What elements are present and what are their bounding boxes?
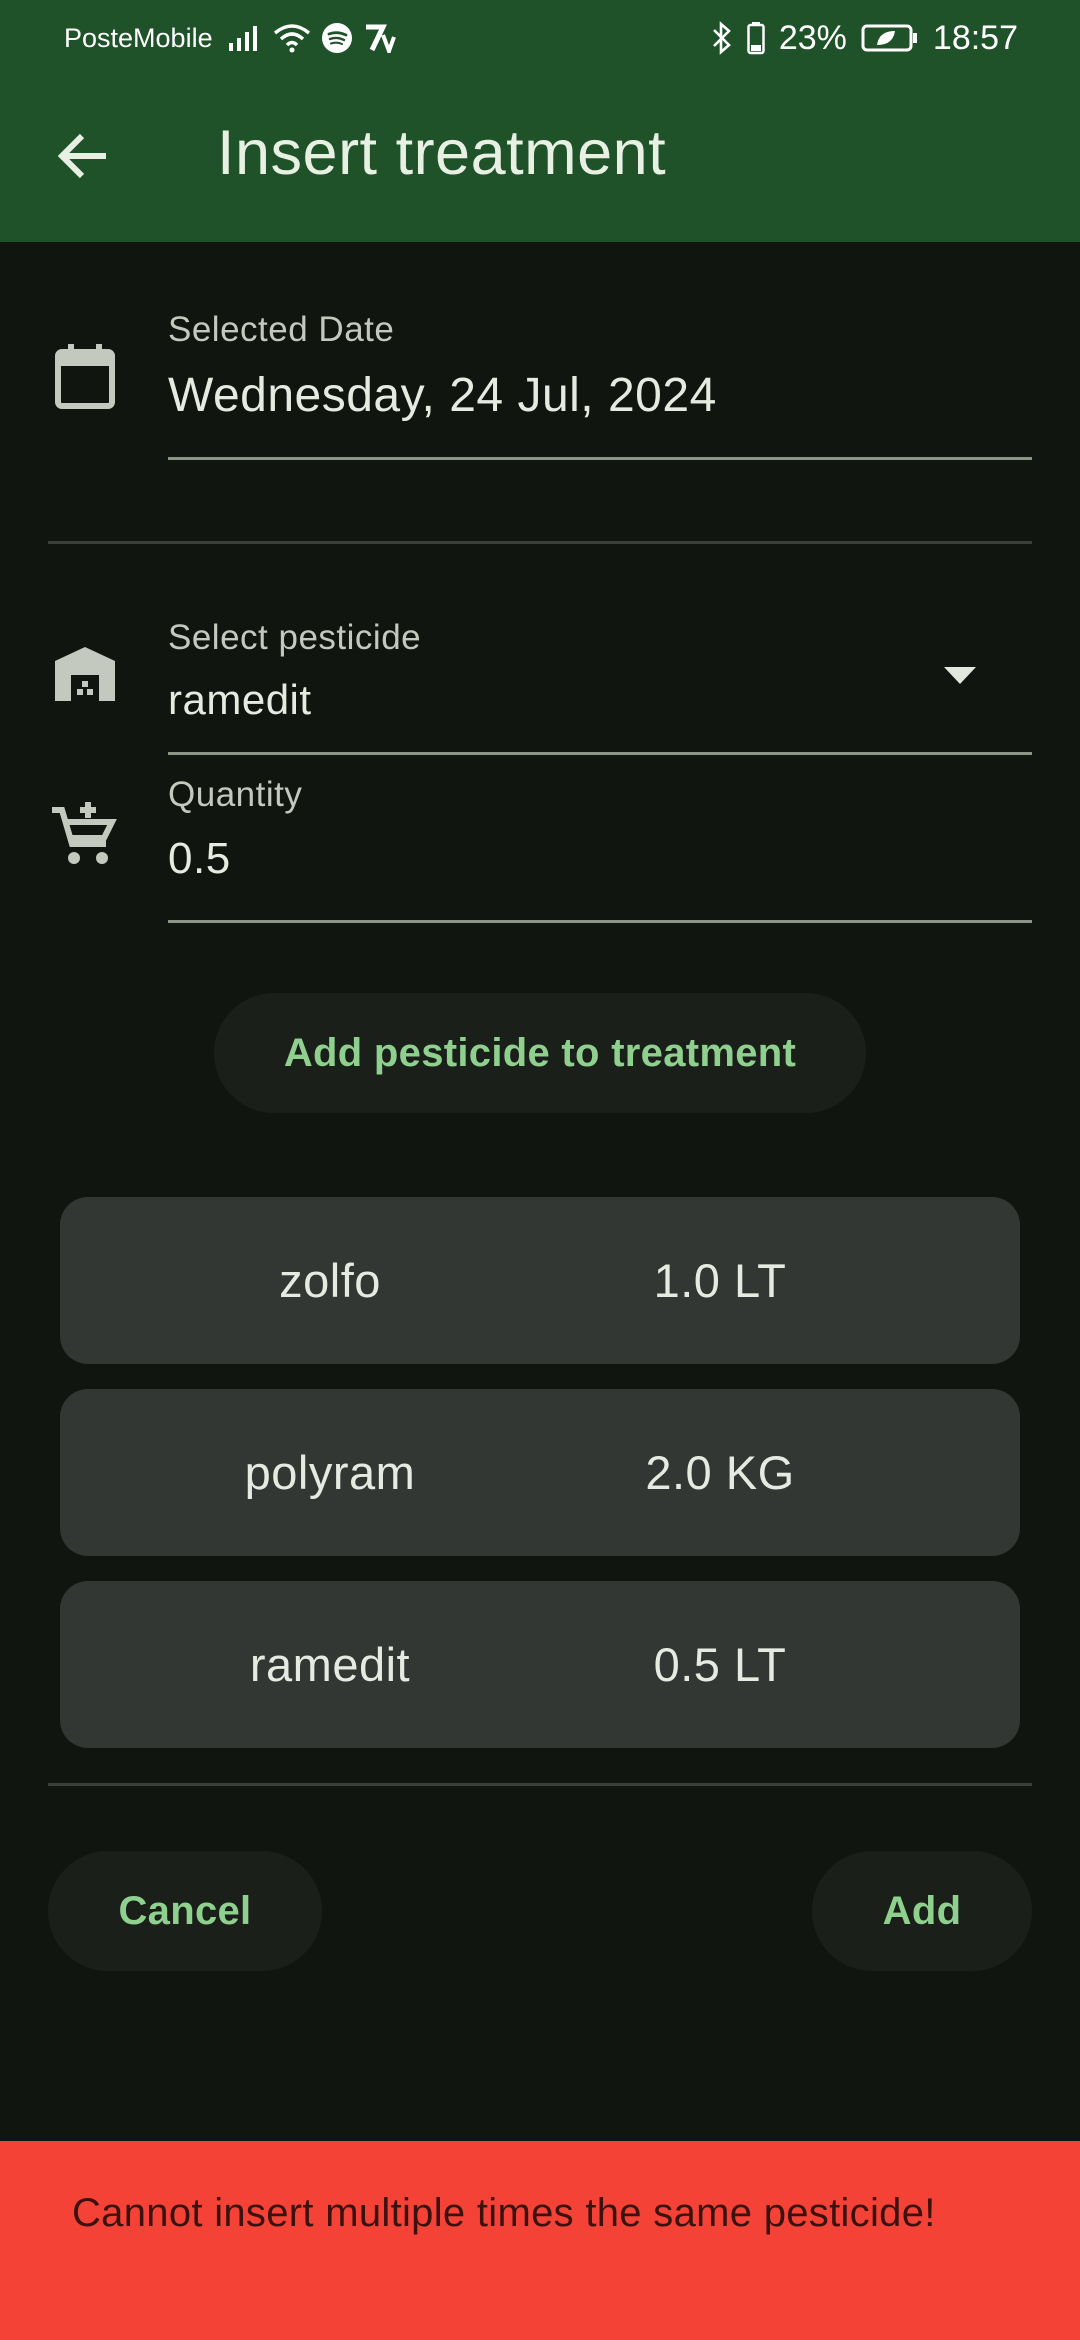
- page-title: Insert treatment: [217, 118, 667, 188]
- cancel-button[interactable]: Cancel: [48, 1851, 322, 1971]
- date-field-value: Wednesday, 24 Jul, 2024: [168, 369, 717, 422]
- add-button[interactable]: Add: [812, 1851, 1032, 1971]
- bluetooth-icon: [712, 21, 731, 55]
- add-pesticide-button[interactable]: Add pesticide to treatment: [214, 993, 866, 1113]
- battery-percent: 23%: [778, 18, 847, 57]
- battery-saver-icon: [861, 24, 917, 52]
- date-field[interactable]: Selected Date Wednesday, 24 Jul, 2024: [168, 300, 1032, 462]
- divider: [48, 1783, 1032, 1786]
- error-snackbar: Cannot insert multiple times the same pe…: [0, 2141, 1080, 2340]
- add-pesticide-button-label: Add pesticide to treatment: [283, 1030, 797, 1075]
- cancel-button-label: Cancel: [118, 1888, 252, 1933]
- date-field-label: Selected Date: [168, 310, 395, 349]
- pesticide-name: zolfo: [279, 1254, 381, 1307]
- quantity-field-underline: [168, 920, 1032, 923]
- spotify-icon: [321, 23, 352, 53]
- battery-icon: [747, 22, 765, 55]
- pesticide-select-underline: [168, 752, 1032, 755]
- status-bar: PosteMobile 23% 18:57: [0, 0, 1080, 76]
- list-item[interactable]: zolfo 1.0 LT: [60, 1197, 1020, 1364]
- quantity-field-value: 0.5: [168, 834, 231, 883]
- arrow-back-icon: [57, 133, 106, 179]
- pesticide-select-label: Select pesticide: [168, 618, 422, 657]
- clock: 18:57: [932, 18, 1018, 57]
- snackbar-message: Cannot insert multiple times the same pe…: [72, 2191, 936, 2235]
- divider: [48, 541, 1032, 544]
- pesticide-select[interactable]: Select pesticide ramedit: [168, 608, 1032, 756]
- list-item[interactable]: ramedit 0.5 LT: [60, 1581, 1020, 1748]
- pesticide-quantity: 0.5 LT: [653, 1638, 787, 1691]
- quantity-field[interactable]: Quantity 0.5: [168, 765, 1032, 925]
- app-bar: PosteMobile 23% 18:57 Insert treatment: [0, 0, 1080, 242]
- add-shopping-cart-icon: [46, 800, 120, 870]
- pesticide-quantity: 2.0 KG: [645, 1446, 795, 1499]
- quantity-field-label: Quantity: [168, 775, 303, 814]
- warehouse-icon: [50, 643, 120, 705]
- signal-icon: [228, 26, 257, 51]
- back-button[interactable]: [48, 120, 120, 192]
- carrier-label: PosteMobile: [64, 22, 213, 53]
- add-button-label: Add: [882, 1888, 962, 1933]
- pesticide-select-value: ramedit: [168, 676, 312, 723]
- pesticide-quantity: 1.0 LT: [653, 1254, 787, 1307]
- dropdown-arrow-icon[interactable]: [944, 667, 976, 684]
- wifi-icon: [273, 24, 310, 53]
- list-item[interactable]: polyram 2.0 KG: [60, 1389, 1020, 1556]
- calendar-icon: [50, 340, 120, 412]
- date-field-underline: [168, 457, 1032, 460]
- pesticide-name: ramedit: [249, 1638, 411, 1691]
- pesticide-name: polyram: [244, 1446, 416, 1499]
- app-notification-icon: [365, 24, 396, 53]
